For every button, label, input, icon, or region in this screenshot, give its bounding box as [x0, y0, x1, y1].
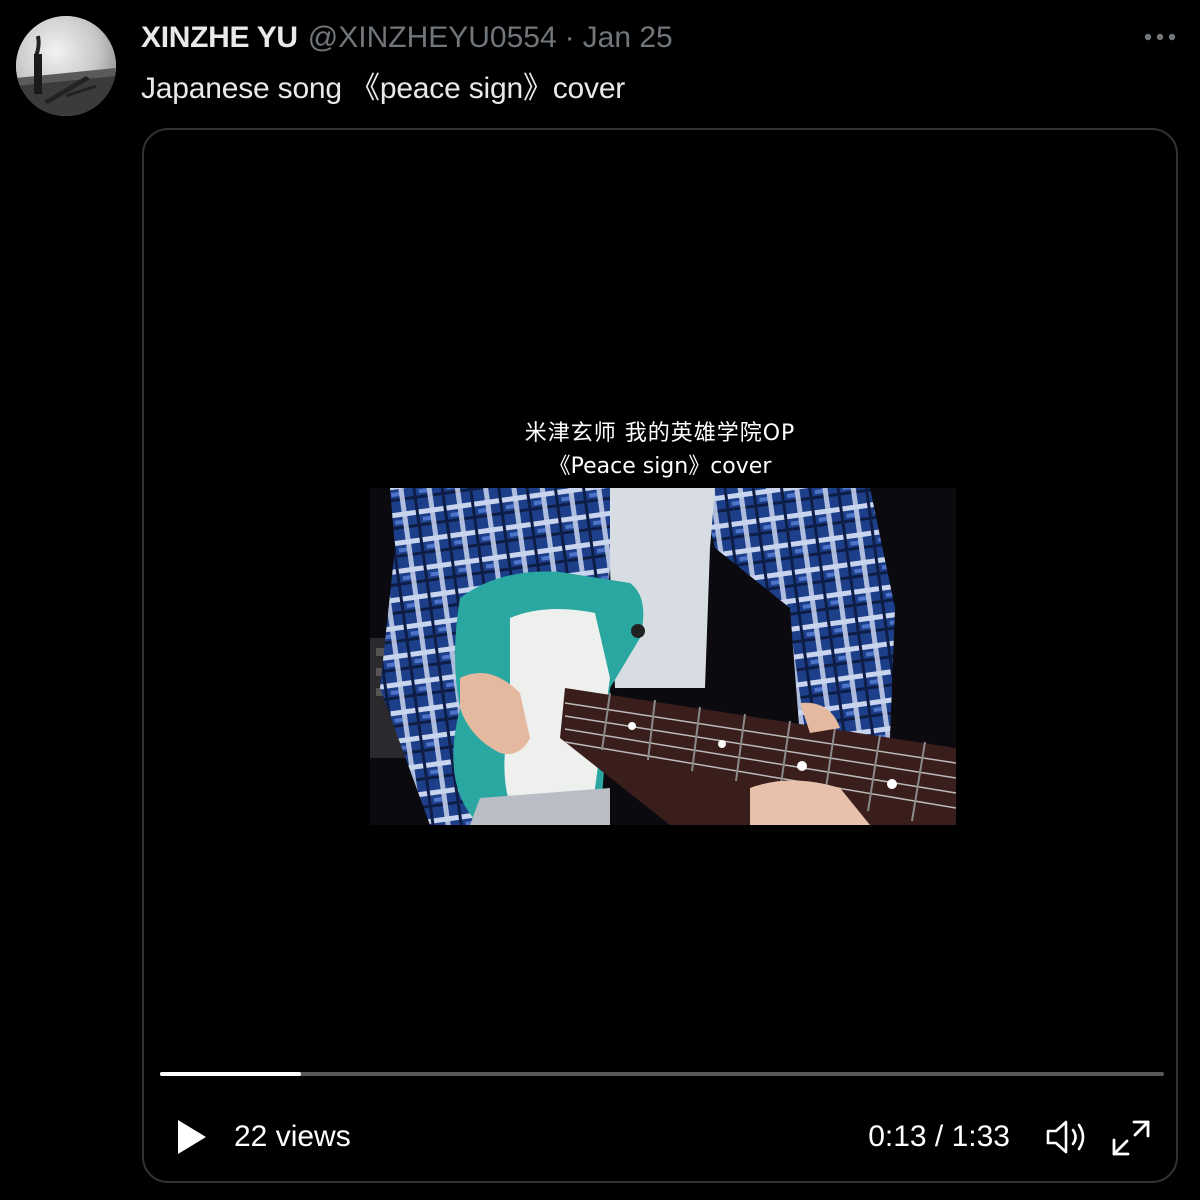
video-progress-bar[interactable] — [160, 1072, 1164, 1076]
volume-icon — [1046, 1120, 1085, 1154]
tweet-date[interactable]: Jan 25 — [583, 21, 673, 55]
tweet-text: Japanese song 《peace sign》cover — [141, 72, 626, 105]
author-handle[interactable]: @XINZHEYU0554 — [308, 21, 557, 55]
fullscreen-icon — [1112, 1120, 1150, 1156]
separator-dot: · — [564, 21, 575, 54]
author-display-name[interactable]: XINZHE YU — [141, 21, 298, 55]
view-count: 22 views — [234, 1120, 351, 1153]
video-player[interactable]: 米津玄师 我的英雄学院OP 《Peace sign》cover 22 views… — [142, 128, 1178, 1183]
video-frame-image — [370, 488, 957, 825]
video-overlay-subtitle: 《Peace sign》cover — [548, 454, 772, 479]
tweet-header: XINZHE YU @XINZHEYU0554 · Jan 25 — [141, 18, 673, 58]
more-options-button[interactable] — [1140, 22, 1180, 52]
video-overlay-title: 米津玄师 我的英雄学院OP — [524, 421, 796, 446]
play-icon — [178, 1120, 206, 1154]
avatar-image — [16, 16, 116, 116]
video-controls: 22 views 0:13 / 1:33 — [144, 1110, 1176, 1164]
video-frame — [370, 488, 957, 825]
avatar[interactable] — [16, 16, 116, 116]
play-button[interactable] — [172, 1116, 212, 1158]
more-dots-icon — [1144, 33, 1176, 41]
volume-button[interactable] — [1044, 1116, 1090, 1158]
video-progress-fill — [160, 1072, 301, 1076]
video-time: 0:13 / 1:33 — [868, 1120, 1010, 1153]
fullscreen-button[interactable] — [1108, 1116, 1154, 1160]
